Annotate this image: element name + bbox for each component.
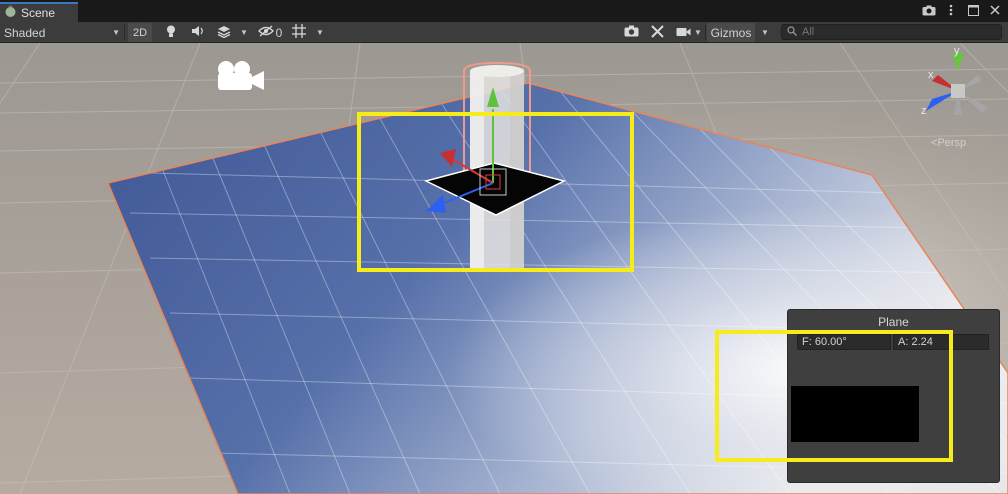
chevron-down-icon: ▼ — [694, 28, 702, 37]
grid-icon — [292, 24, 306, 41]
scene-icon — [4, 5, 17, 21]
tab-scene[interactable]: Scene — [0, 2, 78, 22]
hidden-objects-toggle[interactable]: 0 — [256, 23, 284, 42]
draw-mode-dropdown[interactable]: Shaded ▼ — [4, 23, 120, 42]
grid-dropdown-button[interactable]: ▼ — [312, 23, 328, 42]
tab-bar: Scene — [0, 0, 1008, 22]
draw-mode-label: Shaded — [4, 25, 46, 40]
grid-toggle-button[interactable] — [288, 23, 310, 42]
chevron-down-icon: ▼ — [316, 28, 324, 37]
scene-window: Scene Shaded ▼ 2D ▼ 0 ▼ ▼ Gizmos ▼ All y… — [0, 0, 1008, 494]
effects-toggle-button[interactable] — [213, 23, 235, 42]
axis-y-label: y — [954, 45, 960, 57]
2d-toggle-button[interactable]: 2D — [128, 23, 152, 42]
gizmos-button[interactable]: Gizmos — [707, 23, 755, 42]
video-camera-icon — [676, 26, 691, 40]
projection-toggle[interactable]: <Persp — [931, 137, 966, 149]
toolbar-separator — [705, 25, 706, 40]
lightbulb-icon — [166, 25, 176, 41]
highlight-box-selection — [357, 112, 634, 272]
layers-effects-icon — [217, 25, 231, 41]
scene-viewport[interactable]: y x z <Persp Plane F: 60.00° A: 2.24 — [0, 43, 1008, 494]
audio-toggle-button[interactable] — [187, 23, 209, 42]
chevron-down-icon: ▼ — [240, 28, 248, 37]
hidden-count: 0 — [275, 25, 283, 40]
maximize-icon[interactable] — [966, 3, 980, 17]
effects-dropdown-button[interactable]: ▼ — [237, 23, 251, 42]
search-field[interactable] — [781, 24, 1002, 40]
persp-label: Persp — [937, 137, 967, 149]
tab-label: Scene — [21, 6, 56, 20]
window-controls — [922, 3, 1002, 17]
camera-capture-button[interactable] — [620, 23, 642, 42]
scene-camera-dropdown[interactable]: ▼ — [674, 23, 704, 42]
chevron-down-icon: ▼ — [761, 28, 769, 37]
highlight-box-preview — [715, 330, 953, 462]
search-input[interactable] — [802, 26, 992, 38]
camera-preview-title: Plane — [878, 315, 909, 329]
eye-slash-icon — [257, 25, 274, 40]
kebab-menu-icon[interactable] — [944, 3, 958, 17]
camera-icon — [624, 25, 639, 40]
tools-button[interactable] — [646, 23, 668, 42]
wrench-cross-icon — [650, 24, 664, 41]
scene-camera-icon[interactable] — [214, 59, 266, 96]
speaker-icon — [191, 25, 205, 40]
gizmos-dropdown-button[interactable]: ▼ — [757, 23, 773, 42]
screenshot-icon[interactable] — [922, 3, 936, 17]
orientation-gizmo[interactable]: y x z — [918, 45, 1002, 123]
search-icon — [787, 25, 797, 39]
close-icon[interactable] — [988, 3, 1002, 17]
toolbar-separator — [124, 25, 125, 40]
axis-x-label: x — [928, 69, 934, 81]
axis-z-label: z — [921, 105, 927, 117]
chevron-down-icon: ▼ — [112, 28, 120, 37]
lighting-toggle-button[interactable] — [160, 23, 182, 42]
